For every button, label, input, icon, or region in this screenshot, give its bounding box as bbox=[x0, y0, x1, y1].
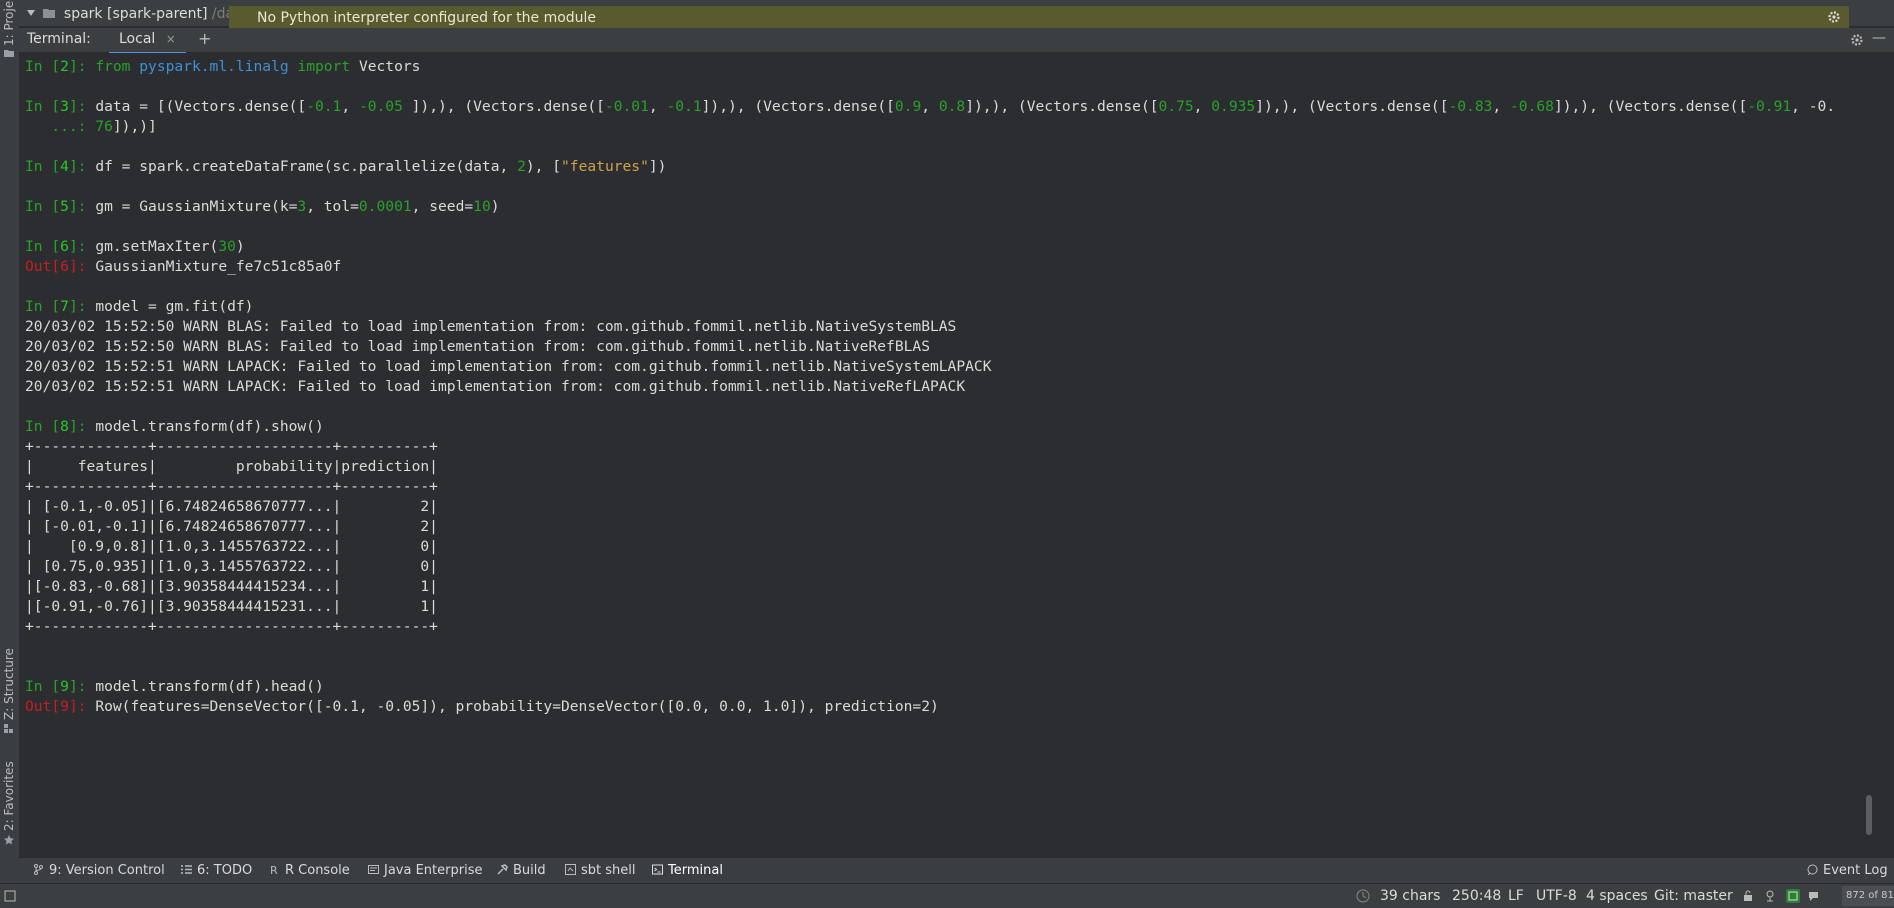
plugin-icon[interactable] bbox=[1786, 889, 1800, 903]
tab-local[interactable]: Local × bbox=[109, 28, 186, 54]
selection-chars: 39 chars bbox=[1380, 888, 1441, 904]
lock-icon[interactable] bbox=[1742, 890, 1754, 902]
structure-tool-label: Z: Structure bbox=[2, 648, 16, 720]
project-tool-label: 1: Project bbox=[2, 0, 16, 46]
table-row: | [0.9,0.8]|[1.0,3.1455763722...| 0| bbox=[25, 538, 438, 555]
structure-tool-tab[interactable]: Z: Structure bbox=[0, 648, 19, 740]
folder-icon bbox=[43, 9, 56, 18]
version-control-tool-button[interactable]: 9: Version Control bbox=[33, 863, 165, 878]
status-bar: 39 chars 250:48 LF UTF-8 4 spaces Git: m… bbox=[0, 883, 1894, 908]
terminal-title: Terminal: bbox=[27, 31, 91, 47]
table-header: | features| probability|prediction| bbox=[25, 458, 438, 475]
table-row: | [0.75,0.935]|[1.0,3.1455763722...| 0| bbox=[25, 558, 438, 575]
star-icon bbox=[4, 835, 14, 845]
build-label: Build bbox=[513, 863, 546, 878]
project-name: spark [spark-parent] bbox=[63, 6, 208, 22]
terminal-label: Terminal bbox=[668, 863, 723, 878]
git-branch[interactable]: Git: master bbox=[1654, 888, 1733, 904]
table-border: +-------------+--------------------+----… bbox=[25, 478, 438, 495]
caret-position[interactable]: 250:48 bbox=[1452, 888, 1501, 904]
notifications-icon[interactable] bbox=[1808, 890, 1822, 902]
input-line-4: In [4]: df = spark.createDataFrame(sc.pa… bbox=[25, 158, 667, 175]
r-console-label: R Console bbox=[285, 863, 350, 878]
memory-indicator[interactable]: 872 of 8108M bbox=[1842, 886, 1894, 906]
table-row: |[-0.83,-0.68]|[3.90358444415234...| 1| bbox=[25, 578, 438, 595]
event-log-label: Event Log bbox=[1823, 863, 1888, 878]
table-row: | [-0.1,-0.05]|[6.74824658670777...| 2| bbox=[25, 498, 438, 515]
input-line-3: In [3]: data = [(Vectors.dense([-0.1, -0… bbox=[25, 98, 1836, 115]
folder-icon bbox=[4, 50, 14, 57]
r-console-tool-button[interactable]: R R Console bbox=[269, 863, 350, 878]
line-separator[interactable]: LF bbox=[1508, 888, 1524, 904]
input-line-2: In [2]: from pyspark.ml.linalg import Ve… bbox=[25, 58, 421, 75]
sbt-shell-label: sbt shell bbox=[581, 863, 636, 878]
input-line-7: In [7]: model = gm.fit(df) bbox=[25, 298, 254, 315]
close-tab-icon[interactable]: × bbox=[166, 32, 176, 46]
terminal-icon bbox=[652, 864, 663, 875]
minimize-button[interactable]: — bbox=[1872, 30, 1886, 46]
gear-icon[interactable] bbox=[1850, 33, 1864, 47]
java-enterprise-icon bbox=[368, 865, 379, 874]
terminal-tool-button[interactable]: Terminal bbox=[652, 863, 723, 878]
java-enterprise-tool-button[interactable]: Java Enterprise bbox=[368, 863, 482, 878]
new-session-button[interactable]: + bbox=[198, 29, 211, 48]
file-encoding[interactable]: UTF-8 bbox=[1536, 888, 1577, 904]
expand-arrow-icon bbox=[27, 10, 35, 16]
hammer-icon bbox=[497, 864, 508, 875]
event-log-icon bbox=[1807, 864, 1818, 875]
project-tool-tab[interactable]: 1: Project bbox=[0, 0, 19, 57]
favorites-tool-label: 2: Favorites bbox=[2, 761, 16, 831]
clock-icon bbox=[1356, 889, 1370, 903]
warn-line: 20/03/02 15:52:51 WARN LAPACK: Failed to… bbox=[25, 378, 966, 395]
event-log-tool-button[interactable]: Event Log bbox=[1807, 863, 1888, 878]
r-icon: R bbox=[270, 864, 278, 875]
build-tool-button[interactable]: Build bbox=[497, 863, 546, 878]
svg-text:R: R bbox=[270, 864, 278, 875]
structure-icon bbox=[4, 724, 13, 733]
input-line-5: In [5]: gm = GaussianMixture(k=3, tol=0.… bbox=[25, 198, 500, 215]
branch-icon bbox=[34, 864, 43, 875]
indent-setting[interactable]: 4 spaces bbox=[1586, 888, 1648, 904]
terminal-output[interactable]: In [2]: from pyspark.ml.linalg import Ve… bbox=[19, 53, 1874, 855]
output-line-9: Out[9]: Row(features=DenseVector([-0.1, … bbox=[25, 698, 939, 715]
warn-line: 20/03/02 15:52:51 WARN LAPACK: Failed to… bbox=[25, 358, 992, 375]
warn-line: 20/03/02 15:52:50 WARN BLAS: Failed to l… bbox=[25, 338, 930, 355]
tab-local-label: Local bbox=[119, 31, 156, 47]
toggle-tool-windows-icon[interactable] bbox=[4, 890, 16, 902]
table-row: |[-0.91,-0.76]|[3.90358444415231...| 1| bbox=[25, 598, 438, 615]
input-line-6: In [6]: gm.setMaxIter(30) bbox=[25, 238, 245, 255]
inspector-icon[interactable] bbox=[1764, 890, 1776, 902]
version-control-label: 9: Version Control bbox=[49, 863, 165, 878]
terminal-scrollbar[interactable] bbox=[1866, 65, 1872, 835]
input-line-3-continuation: ...: 76]),)] bbox=[25, 118, 157, 135]
list-icon bbox=[181, 865, 192, 874]
banner-text: No Python interpreter configured for the… bbox=[257, 10, 597, 26]
table-border: +-------------+--------------------+----… bbox=[25, 618, 438, 635]
interpreter-warning-banner: No Python interpreter configured for the… bbox=[229, 6, 1849, 28]
terminal-tab-bar: Terminal: Local × + — bbox=[19, 28, 1894, 54]
left-tool-strip: 1: Project Z: Structure 2: Favorites bbox=[0, 0, 20, 883]
output-line-6: Out[6]: GaussianMixture_fe7c51c85a0f bbox=[25, 258, 342, 275]
favorites-tool-tab[interactable]: 2: Favorites bbox=[0, 755, 19, 850]
sbt-icon bbox=[565, 864, 576, 875]
gear-icon[interactable] bbox=[1827, 10, 1841, 24]
table-border: +-------------+--------------------+----… bbox=[25, 438, 438, 455]
todo-label: 6: TODO bbox=[197, 863, 253, 878]
project-breadcrumb[interactable]: spark [spark-parent] /data bbox=[27, 6, 248, 22]
todo-tool-button[interactable]: 6: TODO bbox=[181, 863, 252, 878]
sbt-shell-tool-button[interactable]: sbt shell bbox=[565, 863, 636, 878]
tool-window-bar: 9: Version Control 6: TODO R R Console Ja… bbox=[19, 857, 1894, 884]
scrollbar-thumb[interactable] bbox=[1866, 795, 1872, 835]
java-enterprise-label: Java Enterprise bbox=[384, 863, 483, 878]
input-line-8: In [8]: model.transform(df).show() bbox=[25, 418, 324, 435]
input-line-9: In [9]: model.transform(df).head() bbox=[25, 678, 324, 695]
table-row: | [-0.01,-0.1]|[6.74824658670777...| 2| bbox=[25, 518, 438, 535]
warn-line: 20/03/02 15:52:50 WARN BLAS: Failed to l… bbox=[25, 318, 957, 335]
